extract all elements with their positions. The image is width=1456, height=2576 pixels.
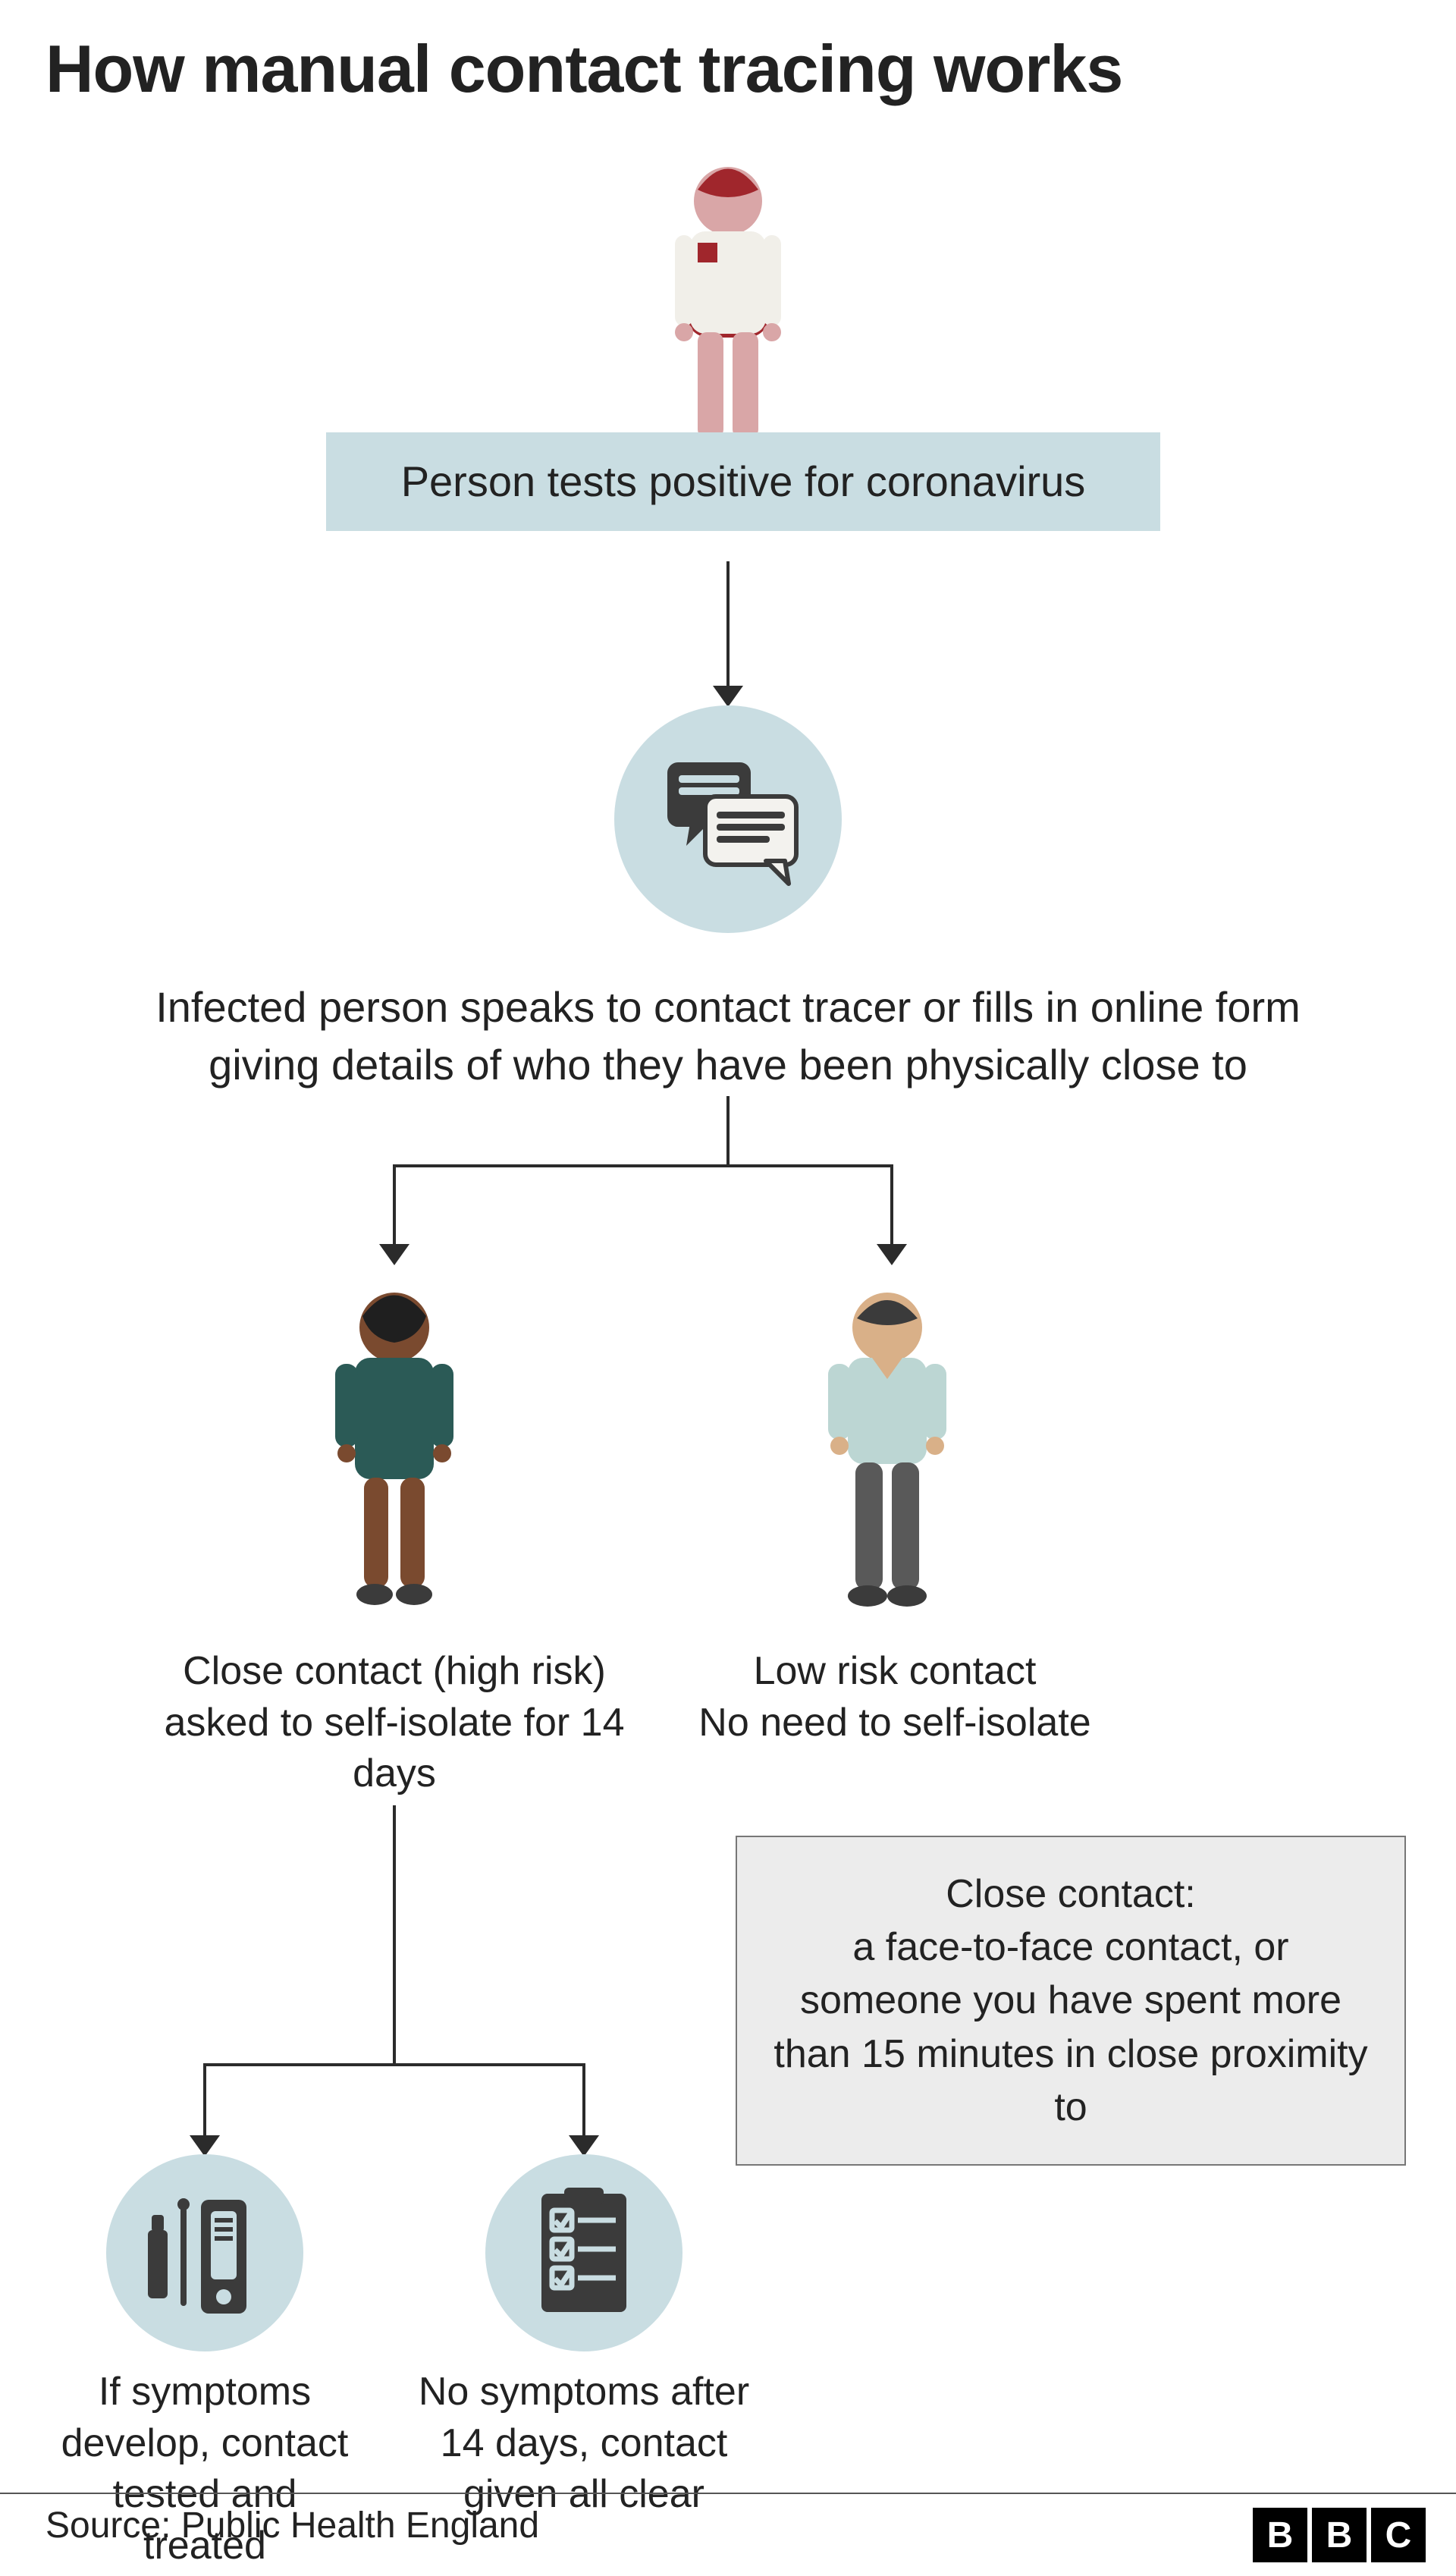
- arrowhead-icon: [379, 1244, 410, 1265]
- close-contact-person-icon: [273, 1282, 516, 1616]
- low-risk-line2: No need to self-isolate: [698, 1701, 1090, 1745]
- test-kit-icon: [106, 2154, 303, 2351]
- low-risk-text: Low risk contact No need to self-isolate: [667, 1646, 1122, 1748]
- arrowhead-icon: [877, 1244, 907, 1265]
- connector-h-split: [393, 1164, 893, 1167]
- footer: Source: Public Health England B B C: [0, 2493, 1456, 2576]
- arrowhead-icon: [713, 686, 743, 707]
- connector-outcome-left: [203, 2063, 206, 2139]
- bbc-letter: C: [1371, 2508, 1426, 2562]
- connector-outcome-right: [582, 2063, 585, 2139]
- checklist-icon: [485, 2154, 682, 2351]
- close-contact-definition: Close contact:a face-to-face contact, or…: [736, 1836, 1406, 2166]
- connector-outcome-split: [203, 2063, 585, 2066]
- connector-left-down: [393, 1164, 396, 1248]
- bbc-letter: B: [1253, 2508, 1307, 2562]
- page-title: How manual contact tracing works: [46, 30, 1122, 108]
- connector-down: [726, 1096, 730, 1164]
- infographic: How manual contact tracing works Person …: [0, 0, 1456, 2576]
- speech-circle-icon: [614, 705, 842, 933]
- step-positive-box: Person tests positive for coronavirus: [326, 432, 1160, 531]
- source-label: Source: Public Health England: [46, 2505, 539, 2546]
- arrowhead-icon: [190, 2135, 220, 2157]
- connector-highrisk-down: [393, 1805, 396, 2063]
- bbc-letter: B: [1312, 2508, 1367, 2562]
- low-risk-person-icon: [766, 1282, 1009, 1616]
- low-risk-line1: Low risk contact: [754, 1649, 1037, 1693]
- high-risk-text: Close contact (high risk) asked to self-…: [152, 1646, 637, 1800]
- infected-person-icon: [576, 144, 880, 455]
- connector-right-down: [890, 1164, 893, 1248]
- arrowhead-icon: [569, 2135, 599, 2157]
- step-speak-text: Infected person speaks to contact tracer…: [121, 979, 1335, 1093]
- arrow-step1-to-speak: [726, 561, 730, 690]
- bbc-logo: B B C: [1253, 2508, 1426, 2562]
